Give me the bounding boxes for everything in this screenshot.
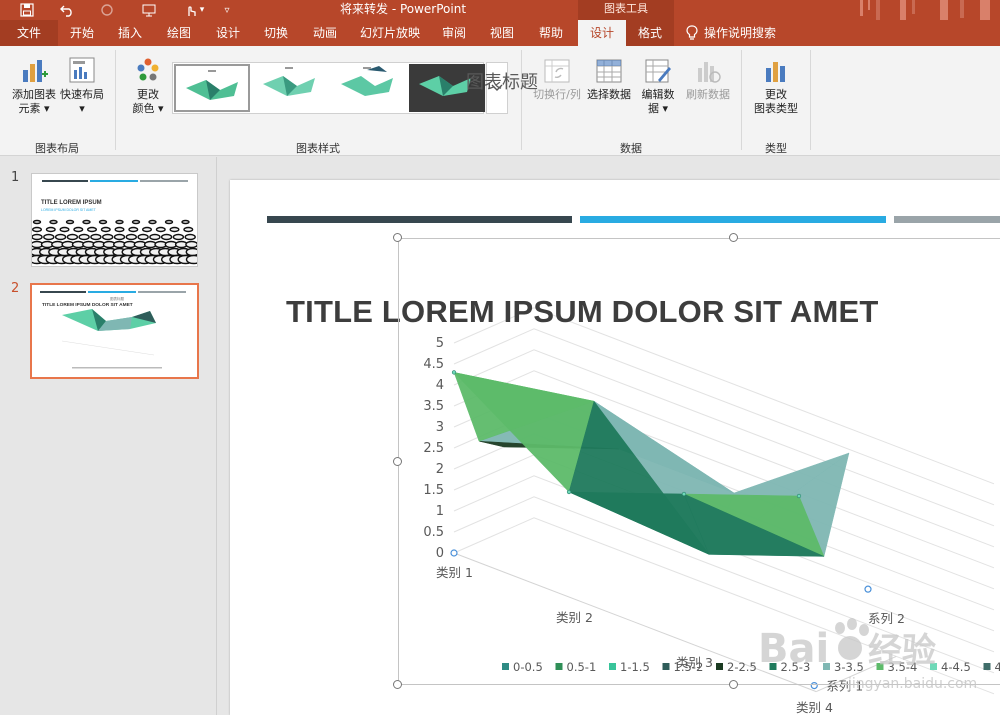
watermark-url: jingyan.baidu.com [847,676,977,692]
title-decoration [860,0,990,20]
slide-number-1: 1 [11,170,20,185]
resize-handle-top-left[interactable] [393,233,402,242]
tab-8[interactable]: 审阅 [430,20,478,46]
switch-row-column-icon [544,59,570,83]
undo-icon[interactable] [54,0,80,20]
tab-11[interactable]: 设计 [578,20,626,46]
baidu-jingyan-watermark: Bai 经验 jingyan.baidu.com [758,618,977,692]
tell-me-search[interactable]: 操作说明搜索 [686,20,796,46]
tab-1[interactable]: 开始 [58,20,106,46]
group-label-type: 类型 [765,142,787,155]
quick-layout-icon [69,57,95,83]
add-chart-element-icon [23,60,48,82]
add-chart-element-button[interactable]: 添加图表 元素 ▾ [8,56,60,116]
slide-thumbnail-pane: 1 TITLE LOREM IPSUM LOREM IPSUM DOLOR SI… [0,157,217,715]
slide-1-subtitle: LOREM IPSUM DOLOR SIT AMET [41,208,96,212]
change-colors-button[interactable]: 更改 颜色 ▾ [128,56,168,116]
change-chart-type-icon [766,62,785,82]
save-icon[interactable] [14,0,40,20]
slide-thumbnail-2[interactable]: TITLE LOREM IPSUM DOLOR SIT AMET 图表标题 [30,283,199,379]
tab-4[interactable]: 设计 [204,20,252,46]
window-title: 将来转发 - PowerPoint [340,2,467,16]
watermark-brand-cn: 经验 [868,631,936,671]
refresh-data-button[interactable]: 刷新数据 [684,58,732,102]
tab-5[interactable]: 切换 [252,20,300,46]
tab-10[interactable]: 帮助 [526,20,576,46]
switch-row-column-button[interactable]: 切换行/列 [530,58,584,102]
quick-layout-button[interactable]: 快速布局 ▾ [58,56,106,116]
tab-12[interactable]: 格式 [626,20,674,46]
chart-style-3[interactable] [331,64,407,112]
slide-2-title: TITLE LOREM IPSUM DOLOR SIT AMET [42,303,133,308]
presentation-icon[interactable] [136,0,162,20]
tab-3[interactable]: 绘图 [154,20,204,46]
refresh-data-icon [698,62,721,83]
tab-2[interactable]: 插入 [106,20,154,46]
search-label: 操作说明搜索 [704,26,777,40]
tab-7[interactable]: 幻灯片放映 [350,20,430,46]
group-separator [521,50,522,150]
resize-handle-top[interactable] [729,233,738,242]
ribbon: 添加图表 元素 ▾ 快速布局 ▾ 图表布局 更改 颜色 ▾ 图表样式 切换行/列 [0,46,1000,156]
change-chart-type-button[interactable]: 更改 图表类型 [752,58,800,116]
group-separator [741,50,742,150]
chart-style-1[interactable] [174,64,250,112]
resize-handle-bottom[interactable] [729,680,738,689]
ribbon-tabs: 文件 开始 插入 绘图 设计 切换 动画 幻灯片放映 审阅 视图 帮助 设计 格式 [0,20,1000,46]
slide-2-chart-title: 图表标题 [110,297,124,301]
chart-style-gallery [172,62,485,114]
tab-9[interactable]: 视图 [478,20,526,46]
slide-number-2: 2 [11,281,20,296]
title-bar: ▾ ▿ 将来转发 - PowerPoint 图表工具 [0,0,1000,20]
chart-tools-context-label: 图表工具 [578,0,674,20]
tab-6[interactable]: 动画 [300,20,350,46]
group-label-data: 数据 [620,142,642,155]
resize-handle-left[interactable] [393,457,402,466]
customize-toolbar-icon[interactable]: ▿ [214,0,240,20]
slide-1-title: TITLE LOREM IPSUM [41,200,102,206]
paw-icon [835,618,869,660]
group-separator [810,50,811,150]
palette-icon [137,58,159,81]
group-label-chart-layouts: 图表布局 [35,142,79,155]
group-separator [115,50,116,150]
lightbulb-icon [686,25,698,40]
resize-handle-bottom-left[interactable] [393,680,402,689]
select-data-icon [596,59,622,83]
chart-title[interactable]: 图表标题 [466,68,538,94]
edit-data-button[interactable]: 编辑数 据 ▾ [638,58,678,116]
watermark-brand: Bai [758,626,829,672]
group-label-chart-styles: 图表样式 [296,142,340,155]
redo-icon[interactable] [94,0,120,20]
chevron-down-icon[interactable]: ▾ [196,0,208,20]
slide-thumbnail-1[interactable]: TITLE LOREM IPSUM LOREM IPSUM DOLOR SIT … [31,173,198,267]
edit-data-icon [645,59,671,83]
tab-0[interactable]: 文件 [0,20,58,46]
select-data-button[interactable]: 选择数据 [584,58,634,102]
chart-style-2[interactable] [253,64,329,112]
